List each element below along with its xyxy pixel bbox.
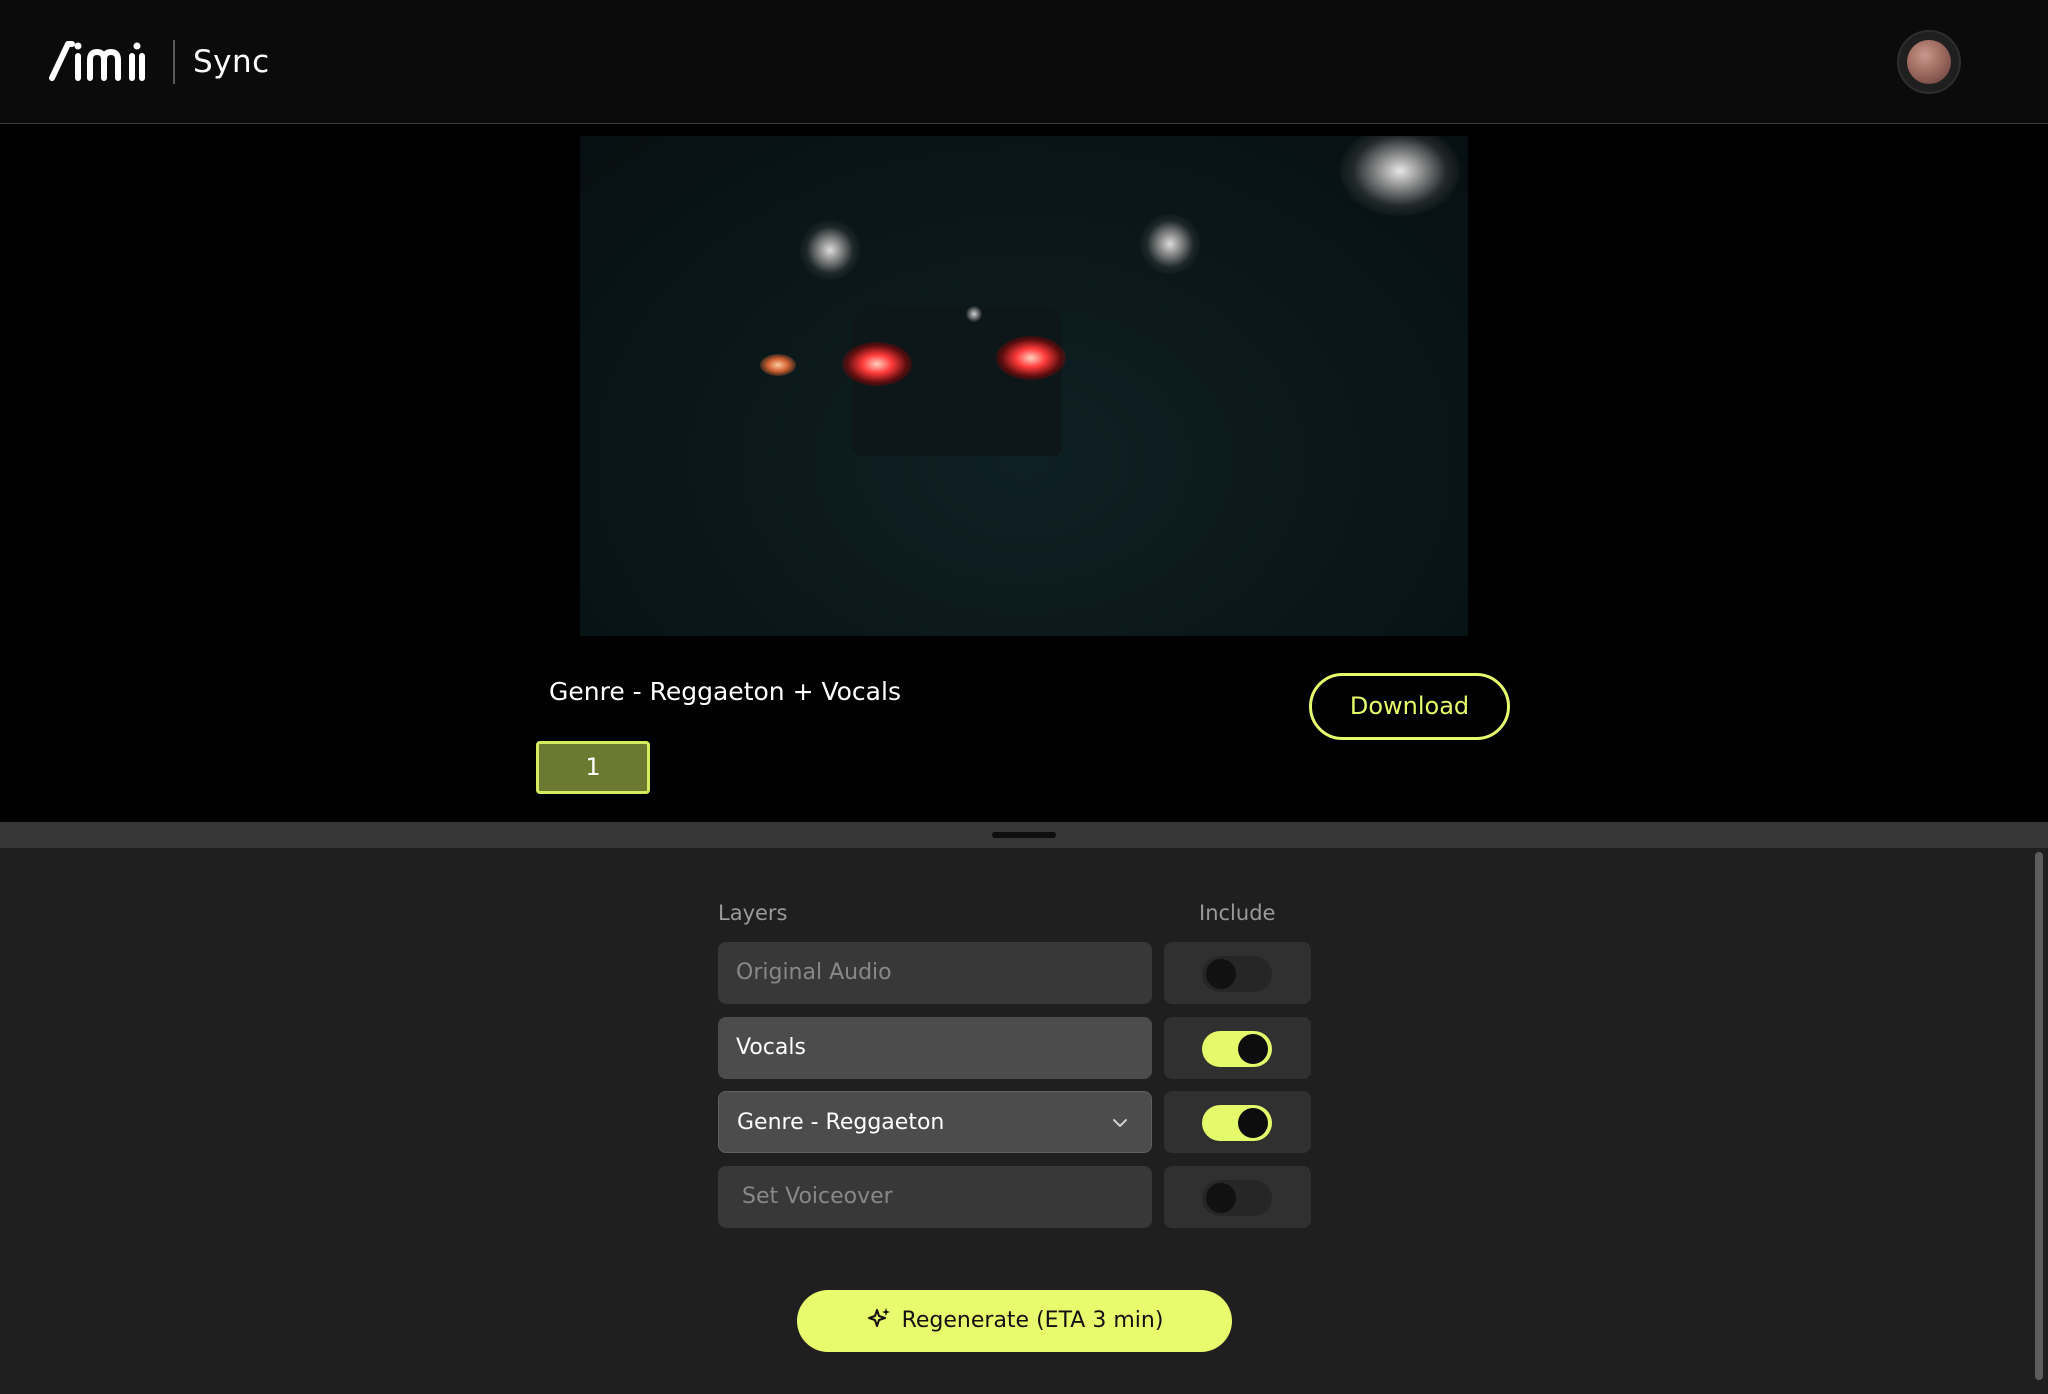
track-title: Genre - Reggaeton + Vocals <box>549 677 901 706</box>
include-cell-vocals <box>1164 1017 1311 1079</box>
toggle-knob <box>1238 1108 1268 1138</box>
toggle-knob <box>1206 959 1236 989</box>
include-cell-genre <box>1164 1091 1311 1153</box>
video-taillight <box>842 342 912 386</box>
video-light-glow <box>1140 214 1200 274</box>
layers-column-header: Layers <box>718 901 788 925</box>
include-toggle-voiceover[interactable] <box>1202 1180 1272 1216</box>
video-distant-light <box>760 354 796 376</box>
video-taillight <box>996 336 1066 380</box>
include-column-header: Include <box>1199 901 1276 925</box>
include-toggle-genre[interactable] <box>1202 1105 1272 1141</box>
version-tab-1[interactable]: 1 <box>536 741 650 794</box>
layer-row-vocals[interactable]: Vocals <box>718 1017 1152 1079</box>
video-distant-light <box>966 306 982 322</box>
regenerate-label: Regenerate (ETA 3 min) <box>901 1308 1164 1333</box>
product-name: Sync <box>193 44 270 80</box>
layer-row-set-voiceover[interactable]: Set Voiceover <box>718 1166 1152 1228</box>
genre-select[interactable]: Genre - Reggaeton <box>718 1091 1152 1153</box>
video-light-glow <box>800 220 860 280</box>
genre-select-value: Genre - Reggaeton <box>737 1110 945 1135</box>
avatar-image <box>1907 40 1951 84</box>
toggle-knob <box>1206 1183 1236 1213</box>
drag-handle-icon[interactable] <box>992 832 1056 838</box>
panel-scrollbar[interactable] <box>2035 852 2043 1380</box>
sparkle-icon <box>867 1308 890 1327</box>
download-button[interactable]: Download <box>1309 673 1510 740</box>
logo-divider <box>173 40 175 84</box>
panel-resize-handle[interactable] <box>0 822 2048 848</box>
chevron-down-icon <box>1113 1119 1127 1127</box>
avatar[interactable] <box>1897 30 1961 94</box>
video-preview[interactable] <box>580 136 1468 636</box>
include-toggle-vocals[interactable] <box>1202 1031 1272 1067</box>
regenerate-button[interactable]: Regenerate (ETA 3 min) <box>797 1290 1232 1352</box>
include-toggle-original-audio[interactable] <box>1202 956 1272 992</box>
layer-row-original-audio[interactable]: Original Audio <box>718 942 1152 1004</box>
include-cell-original-audio <box>1164 942 1311 1004</box>
video-light-glow <box>1340 136 1460 216</box>
toggle-knob <box>1238 1034 1268 1064</box>
include-cell-voiceover <box>1164 1166 1311 1228</box>
app-header: Sync <box>0 0 2048 124</box>
aimi-logo[interactable] <box>48 38 152 84</box>
